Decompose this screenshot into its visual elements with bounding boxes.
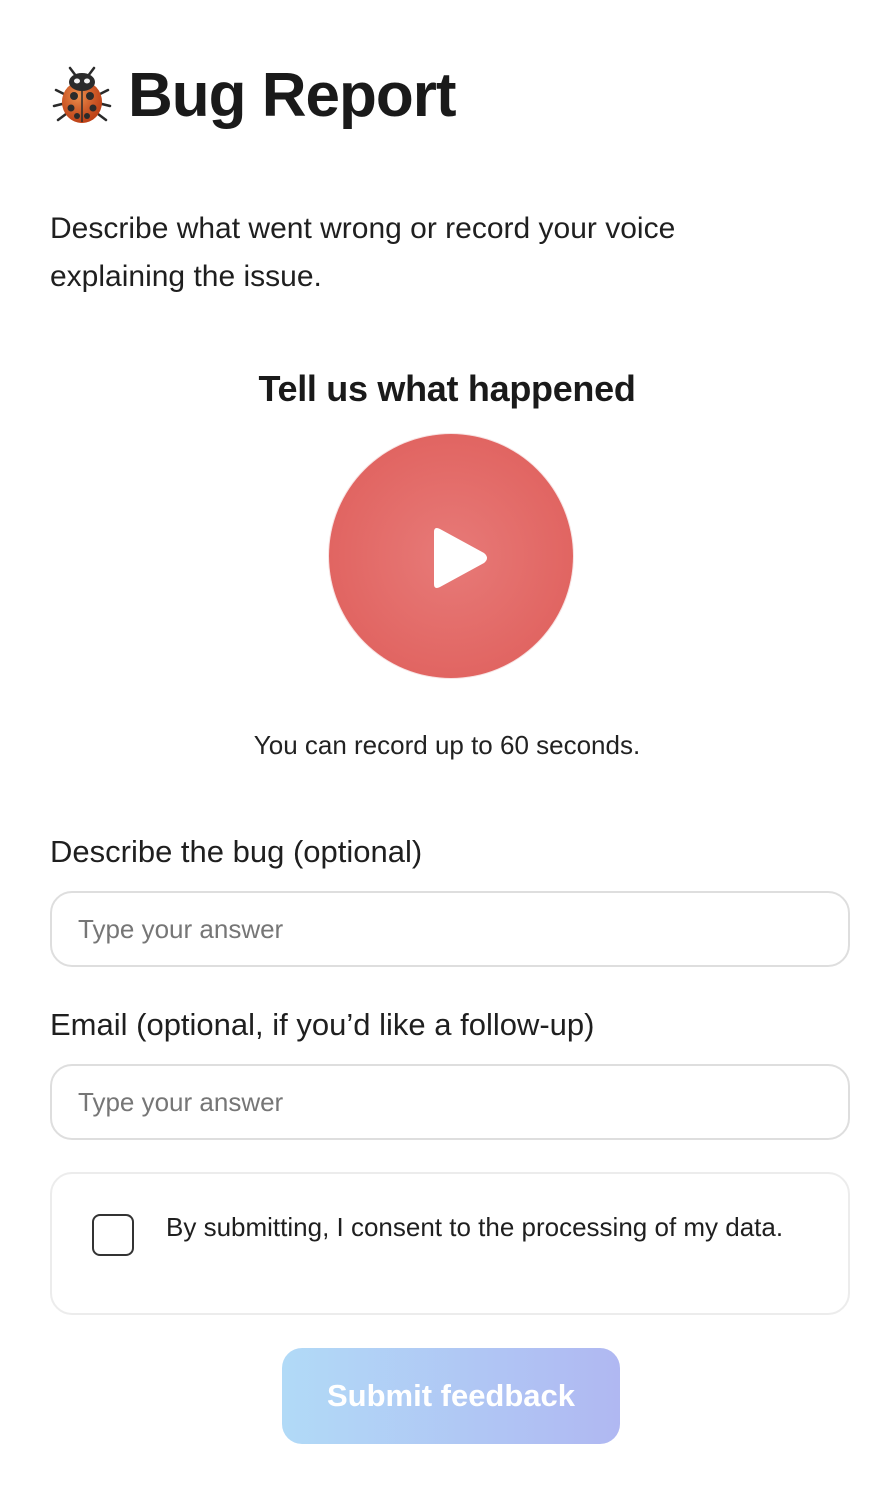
play-icon [434, 528, 487, 588]
bug-description-label: Describe the bug (optional) [50, 834, 423, 869]
bug-description-input[interactable] [50, 891, 850, 967]
title-row: Bug Report [50, 56, 457, 136]
submit-button[interactable]: Submit feedback [282, 1348, 620, 1444]
consent-checkbox[interactable] [92, 1214, 134, 1256]
record-button[interactable] [329, 434, 573, 678]
consent-box: By submitting, I consent to the processi… [50, 1172, 850, 1315]
record-hint: You can record up to 60 seconds. [253, 730, 641, 760]
recorder-heading: Tell us what happened [258, 368, 636, 409]
ladybug-icon [52, 66, 112, 123]
email-field[interactable] [50, 1064, 850, 1140]
consent-text: By submitting, I consent to the processi… [166, 1212, 784, 1242]
email-label: Email (optional, if you’d like a follow-… [50, 1007, 595, 1042]
page-title: Bug Report [128, 61, 457, 130]
intro-text: Describe what went wrong or record your … [50, 212, 676, 293]
bug-report-page: Bug Report Describe what went wrong or r… [0, 0, 894, 1488]
